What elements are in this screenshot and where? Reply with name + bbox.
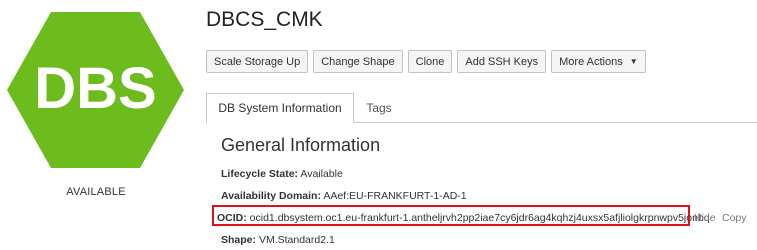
ocid-row: OCID: ocid1.dbsystem.oc1.eu-frankfurt-1.… — [217, 212, 710, 224]
shape-row: Shape: VM.Standard2.1 — [221, 234, 335, 246]
ocid-label: OCID: — [217, 212, 247, 224]
more-actions-button[interactable]: More Actions ▼ — [551, 50, 646, 73]
availability-domain-label: Availability Domain: — [221, 190, 321, 202]
page-title: DBCS_CMK — [206, 8, 323, 31]
more-actions-label: More Actions — [559, 55, 623, 68]
section-heading: General Information — [221, 135, 381, 155]
lifecycle-state-row: Lifecycle State: Available — [221, 168, 343, 180]
scale-storage-up-button[interactable]: Scale Storage Up — [206, 50, 309, 73]
shape-label: Shape: — [221, 234, 257, 246]
lifecycle-status-label: AVAILABLE — [66, 186, 126, 198]
tab-bar: DB System Information Tags — [206, 93, 757, 123]
clone-button[interactable]: Clone — [407, 50, 453, 73]
shape-value: VM.Standard2.1 — [258, 234, 335, 246]
dbs-logo: DBS — [7, 12, 184, 168]
logo-text: DBS — [34, 56, 156, 121]
tab-db-system-information[interactable]: DB System Information — [206, 93, 354, 123]
action-toolbar: Scale Storage Up Change Shape Clone Add … — [206, 50, 646, 73]
availability-domain-value: AAef:EU-FRANKFURT-1-AD-1 — [323, 190, 467, 202]
scale-storage-label: Scale Storage Up — [214, 55, 301, 68]
lifecycle-state-label: Lifecycle State: — [221, 168, 299, 180]
availability-domain-row: Availability Domain: AAef:EU-FRANKFURT-1… — [221, 190, 467, 202]
change-shape-label: Change Shape — [321, 55, 395, 68]
add-ssh-keys-button[interactable]: Add SSH Keys — [457, 50, 547, 73]
lifecycle-state-value: Available — [300, 168, 343, 180]
add-ssh-keys-label: Add SSH Keys — [465, 55, 539, 68]
change-shape-button[interactable]: Change Shape — [313, 50, 403, 73]
copy-ocid-link[interactable]: Copy — [722, 212, 747, 224]
tab-tags[interactable]: Tags — [364, 93, 394, 122]
clone-label: Clone — [415, 55, 445, 68]
chevron-down-icon: ▼ — [629, 57, 638, 66]
ocid-value: ocid1.dbsystem.oc1.eu-frankfurt-1.anthel… — [249, 212, 710, 224]
hide-ocid-link[interactable]: Hide — [694, 212, 716, 224]
